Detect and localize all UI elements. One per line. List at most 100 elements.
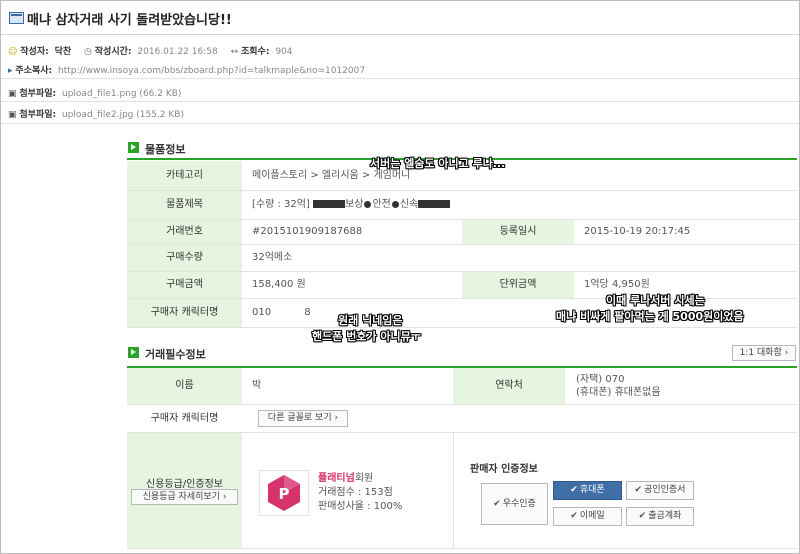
seller-auth-title: 판매자 인증정보 (470, 464, 538, 475)
name-value: 박 (252, 368, 442, 404)
redaction-block (313, 200, 346, 208)
grade-info: 플래티넘회원 거래점수 : 153점 판매성사율 : 100% (318, 472, 402, 514)
disk-icon: ▣ (8, 89, 17, 99)
item-title-label: 물품제목 (127, 191, 242, 219)
views-icon: ↔ (230, 47, 239, 57)
amount-label: 구매금액 (127, 272, 242, 298)
bullet-icon (364, 200, 372, 208)
product-section-title: 물품정보 (145, 143, 186, 156)
platinum-p-icon: P (268, 475, 300, 511)
name-label: 이름 (127, 368, 242, 404)
author-name[interactable]: 닥찬 (55, 47, 72, 57)
annotation-price-2: 매냐 비싸게 팔아먹는 게 5000원이었음 (556, 310, 744, 323)
unit-label: 단위금액 (462, 272, 574, 298)
divider (1, 101, 799, 102)
contact-label: 연락처 (453, 368, 565, 404)
divider (1, 123, 799, 124)
section-arrow-icon (128, 142, 139, 153)
contact-home: (자택) 070 (576, 374, 625, 385)
author-label: 작성자: (20, 47, 49, 57)
grade-suffix: 회원 (354, 473, 374, 484)
chevron-right-icon: › (331, 413, 339, 423)
buyer-char-part: 010 (252, 307, 272, 318)
auth-phone-label: 휴대폰 (579, 485, 605, 495)
link-icon: ▸ (8, 66, 13, 76)
auth-email-label: 이메일 (579, 511, 605, 521)
author-icon: ☺ (8, 47, 18, 57)
credit-detail-button[interactable]: 신용등급 자세히보기 › (131, 489, 238, 505)
buyer-char-part: 8 (304, 307, 311, 318)
trade-score: 거래점수 : 153점 (318, 487, 393, 498)
contact-value: (자택) 070 (휴대폰) 휴대폰없음 (576, 373, 786, 399)
vertical-divider (453, 433, 454, 548)
qty-value: 32억메소 (252, 245, 452, 271)
check-icon: ✔ (570, 485, 578, 495)
category-label: 카테고리 (127, 161, 242, 190)
disk-icon: ▣ (8, 110, 17, 120)
credit-label: 신용등급/인증정보 (146, 479, 223, 490)
row-divider (127, 548, 797, 549)
url-label: 주소복사: (15, 66, 53, 76)
section-arrow-icon (128, 347, 139, 358)
attachment-label: 첨부파일: (19, 89, 57, 99)
views-count: 904 (275, 47, 293, 57)
credit-label-cell: 신용등급/인증정보 신용등급 자세히보기 › (127, 433, 242, 548)
divider (1, 78, 799, 79)
auth-cert-button[interactable]: ✔ 공인인증서 (626, 481, 694, 500)
auth-cert-label: 공인인증서 (644, 485, 686, 495)
views-label: 조회수: (241, 47, 270, 57)
trade-buyer-char-label: 구매자 캐릭터명 (127, 405, 242, 432)
post-meta: ☺ 작성자: 닥찬 ◷ 작성시간: 2016.01.22 16:58 ↔ 조회수… (8, 44, 293, 57)
trade-section-title: 거래필수정보 (145, 348, 206, 361)
alt-font-button-label: 다른 글꼴로 보기 (267, 413, 332, 423)
post-time: 2016.01.22 16:58 (137, 47, 218, 57)
attachment-link[interactable]: upload_file2.jpg (155.2 KB) (62, 110, 184, 120)
grade-name: 플래티넘 (318, 473, 355, 484)
item-title-word: 보상 (345, 199, 364, 210)
check-icon: ✔ (493, 499, 501, 509)
auth-excellent-button[interactable]: ✔ 우수인증 (481, 483, 548, 525)
row-divider (127, 327, 797, 328)
reg-date-value: 2015-10-19 20:17:45 (584, 220, 784, 244)
attachment-link[interactable]: upload_file1.png (66.2 KB) (62, 89, 181, 99)
auth-account-button[interactable]: ✔ 출금계좌 (626, 507, 694, 526)
reg-date-label: 등록일시 (462, 220, 574, 244)
annotation-server: 서버는 엘숨도 아니고 루나... (370, 157, 506, 170)
post-url[interactable]: http://www.insoya.com/bbs/zboard.php?id=… (58, 66, 365, 76)
chat-room-button-label: 1:1 대화함 (739, 348, 782, 358)
annotation-price-1: 이때 루나서버 시세는 (606, 294, 705, 307)
bullet-icon (391, 200, 399, 208)
auth-email-button[interactable]: ✔ 이메일 (553, 507, 622, 526)
item-title-word: 신속 (399, 199, 419, 210)
credit-detail-label: 신용등급 자세히보기 (142, 492, 220, 502)
buyer-char-label: 구매자 캐릭터명 (127, 299, 242, 327)
item-title-word: 안전 (372, 199, 391, 210)
chat-room-button[interactable]: 1:1 대화함 › (732, 345, 796, 361)
post-title: 매냐 삼자거래 사기 돌려받았습니당!! (27, 13, 232, 28)
url-row: ▸ 주소복사: http://www.insoya.com/bbs/zboard… (8, 63, 365, 76)
check-icon: ✔ (634, 485, 643, 495)
document-icon (9, 12, 24, 24)
auth-excellent-label: 우수인증 (502, 499, 536, 509)
alt-font-button[interactable]: 다른 글꼴로 보기 › (258, 410, 348, 427)
auth-phone-button[interactable]: ✔ 휴대폰 (553, 481, 622, 500)
item-title-prefix: [수량 : 32억] (252, 199, 310, 210)
attachment-label: 첨부파일: (19, 110, 57, 120)
trade-no-label: 거래번호 (127, 220, 242, 244)
chevron-right-icon: › (781, 348, 789, 358)
trade-no-value: #2015101909187688 (252, 220, 452, 244)
category-value: 메이플스토리 > 엘리시움 > 게임머니 (252, 161, 792, 190)
time-label: 작성시간: (94, 47, 132, 57)
success-rate: 판매성사율 : 100% (318, 501, 403, 512)
contact-mobile: (휴대폰) 휴대폰없음 (576, 387, 661, 398)
check-icon: ✔ (638, 511, 647, 521)
attachment-row-2: ▣ 첨부파일: upload_file2.jpg (155.2 KB) (8, 107, 184, 120)
platinum-badge: P (259, 470, 309, 516)
annotation-nickname-2: 핸드폰 번호가 아니뮤ㅜ (312, 330, 421, 343)
check-icon: ✔ (570, 511, 578, 521)
annotation-nickname-1: 원래 닉네임은 (338, 314, 403, 327)
attachment-row-1: ▣ 첨부파일: upload_file1.png (66.2 KB) (8, 86, 181, 99)
chevron-right-icon: › (219, 492, 227, 502)
item-title-value: [수량 : 32억] 보상 안전 신속 (252, 191, 792, 219)
amount-value: 158,400 원 (252, 272, 452, 298)
